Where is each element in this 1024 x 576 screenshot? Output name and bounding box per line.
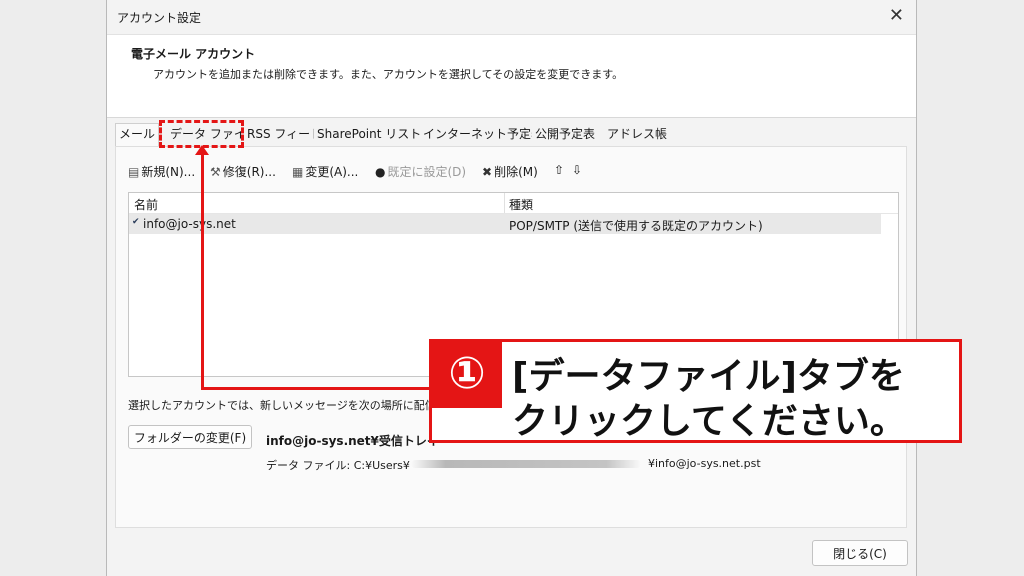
header-description: アカウントを追加または削除できます。また、アカウントを選択してその設定を変更でき…: [153, 68, 624, 81]
pointer-line-vertical: [201, 150, 204, 390]
move-up-icon[interactable]: ⇧: [554, 163, 564, 177]
set-default-label: 既定に設定(D): [387, 165, 467, 179]
data-file-path-prefix: データ ファイル: C:¥Users¥: [266, 459, 410, 472]
repair-label: 修復(R)...: [222, 165, 276, 179]
column-divider: [504, 193, 505, 213]
window-title: アカウント設定: [117, 11, 202, 25]
repair-icon: ⚒: [210, 165, 221, 179]
account-type: POP/SMTP (送信で使用する既定のアカウント): [509, 219, 763, 233]
tab-published-calendars[interactable]: 公開予定表: [532, 124, 599, 145]
tab-highlight-box: [159, 120, 244, 148]
move-down-icon[interactable]: ⇩: [572, 163, 582, 177]
tab-address-books[interactable]: アドレス帳: [604, 124, 671, 145]
title-bar: アカウント設定 ✕: [107, 0, 916, 34]
mail-tab-panel: ▤ 新規(N)... ⚒ 修復(R)... ▦ 変更(A)... ● 既定に設定(D) …: [115, 146, 907, 528]
list-header: 名前 種類: [129, 193, 898, 214]
default-account-check-icon: ✔: [132, 217, 140, 227]
header-area: 電子メール アカウント アカウントを追加または削除できます。また、アカウントを選…: [107, 34, 916, 118]
repair-button[interactable]: ⚒ 修復(R)...: [210, 163, 276, 180]
column-header-name[interactable]: 名前: [134, 196, 158, 213]
remove-label: 削除(M): [494, 165, 538, 179]
instruction-line-2: クリックしてください。: [512, 401, 906, 442]
tab-sharepoint-lists[interactable]: SharePoint リスト: [314, 124, 425, 145]
change-label: 変更(A)...: [305, 165, 359, 179]
new-account-icon: ▤: [128, 165, 140, 179]
delivery-location-text: 選択したアカウントでは、新しいメッセージを次の場所に配信し: [128, 399, 447, 412]
tab-mail[interactable]: メール: [115, 123, 160, 146]
remove-x-icon: ✖: [482, 165, 493, 179]
instruction-callout: ① [データファイル]タブを クリックしてください。: [429, 339, 962, 443]
new-label: 新規(N)...: [141, 165, 196, 179]
account-name: info@jo-sys.net: [143, 217, 236, 231]
set-default-button[interactable]: ● 既定に設定(D): [375, 163, 466, 180]
account-settings-dialog: アカウント設定 ✕ 電子メール アカウント アカウントを追加または削除できます。…: [106, 0, 917, 576]
inbox-path: info@jo-sys.net¥受信トレイ: [266, 434, 439, 448]
new-button[interactable]: ▤ 新規(N)...: [128, 163, 195, 180]
pointer-line-horizontal: [201, 387, 429, 390]
change-icon: ▦: [292, 165, 304, 179]
change-folder-button[interactable]: フォルダーの変更(F): [128, 425, 252, 449]
close-button[interactable]: 閉じる(C): [812, 540, 908, 566]
tab-internet-calendars[interactable]: インターネット予定表: [420, 124, 547, 145]
step-number: ①: [432, 342, 502, 408]
column-header-type[interactable]: 種類: [509, 196, 533, 213]
remove-button[interactable]: ✖ 削除(M): [482, 163, 538, 180]
check-circle-icon: ●: [375, 165, 386, 179]
header-title: 電子メール アカウント: [131, 47, 256, 61]
tab-rss-feeds[interactable]: RSS フィード: [244, 124, 326, 145]
redacted-path-blur: [411, 460, 641, 468]
change-button[interactable]: ▦ 変更(A)...: [292, 163, 358, 180]
close-icon[interactable]: ✕: [889, 5, 904, 26]
table-row[interactable]: ✔ info@jo-sys.net POP/SMTP (送信で使用する既定のアカ…: [129, 214, 881, 234]
data-file-path-suffix: ¥info@jo-sys.net.pst: [648, 457, 761, 470]
